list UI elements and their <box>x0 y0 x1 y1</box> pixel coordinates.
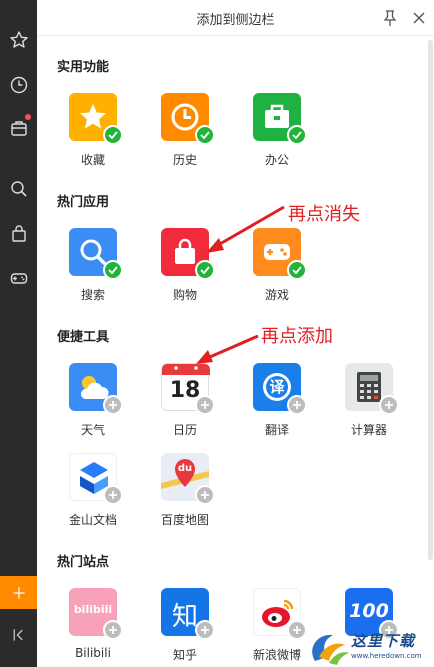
app-item-baidu-map[interactable]: du 百度地图 <box>150 453 220 533</box>
item-label: 日历 <box>172 423 197 437</box>
add-button[interactable] <box>0 576 37 609</box>
star-icon[interactable] <box>0 21 37 58</box>
plus-icon <box>12 586 25 599</box>
item-label: 收藏 <box>80 153 105 167</box>
app-item-calculator[interactable]: 计算器 <box>334 363 404 443</box>
item-label: 购物 <box>172 288 197 302</box>
gamepad-icon[interactable] <box>0 259 37 296</box>
item-label: 百度地图 <box>160 513 209 527</box>
sidebar-panel: 添加到侧边栏 实用功能 收藏 历史 办公 热门应用 搜索 购物 游戏 便捷工具 … <box>0 0 434 667</box>
panel-header: 添加到侧边栏 <box>37 0 434 36</box>
app-item-favorites[interactable]: 收藏 <box>58 93 128 173</box>
add-plus-icon <box>195 395 215 415</box>
app-item-office[interactable]: 办公 <box>242 93 312 173</box>
app-item-weibo[interactable]: 新浪微博 <box>242 588 312 667</box>
translate-glyph: 译 <box>269 378 285 396</box>
app-item-games[interactable]: 游戏 <box>242 228 312 308</box>
section-title: 热门站点 <box>57 555 110 570</box>
added-check-icon <box>287 260 307 280</box>
added-check-icon <box>195 260 215 280</box>
item-label: 游戏 <box>264 288 289 302</box>
collapse-button[interactable] <box>0 620 37 650</box>
left-toolbar <box>0 0 37 667</box>
added-check-icon <box>287 125 307 145</box>
notification-dot <box>25 114 31 120</box>
app-item-calendar[interactable]: 18 日历 <box>150 363 220 443</box>
search-icon[interactable] <box>0 170 37 207</box>
app-item-zhihu[interactable]: 知 知乎 <box>150 588 220 667</box>
app-item-history[interactable]: 历史 <box>150 93 220 173</box>
pin-icon[interactable] <box>381 9 399 27</box>
app-item-weather[interactable]: 天气 <box>58 363 128 443</box>
add-plus-icon <box>287 620 307 640</box>
item-label: Bilibili <box>75 646 111 660</box>
briefcase-icon[interactable] <box>0 109 37 146</box>
item-label: 计算器 <box>350 423 387 437</box>
annotation-text: 再点添加 <box>261 326 333 347</box>
item-label: 新浪微博 <box>252 648 301 662</box>
app-item-translate[interactable]: 译 翻译 <box>242 363 312 443</box>
app-item-bilibili[interactable]: bilibili Bilibili <box>58 588 128 667</box>
add-plus-icon <box>195 620 215 640</box>
app-item-kingsoft-docs[interactable]: 金山文档 <box>58 453 128 533</box>
item-label: 天气 <box>80 423 105 437</box>
bilibili-glyph: bilibili <box>73 603 113 616</box>
app-item-shopping[interactable]: 购物 <box>150 228 220 308</box>
add-plus-icon <box>379 395 399 415</box>
shopping-bag-icon[interactable] <box>0 215 37 252</box>
added-check-icon <box>103 125 123 145</box>
item-label: 知乎 <box>172 648 197 662</box>
close-icon[interactable] <box>409 8 429 28</box>
add-plus-icon <box>195 485 215 505</box>
added-check-icon <box>103 260 123 280</box>
item-label: 搜索 <box>80 288 105 302</box>
add-plus-icon <box>103 395 123 415</box>
baidu-map-glyph: du <box>177 463 193 474</box>
item-label: 翻译 <box>264 423 289 437</box>
item-label: 金山文档 <box>68 513 117 527</box>
panel-title: 添加到侧边栏 <box>196 13 275 28</box>
add-plus-icon <box>103 620 123 640</box>
collapse-icon <box>13 629 23 641</box>
item-label: 办公 <box>264 153 289 167</box>
clock-icon[interactable] <box>0 66 37 103</box>
add-plus-icon <box>103 485 123 505</box>
add-plus-icon <box>287 395 307 415</box>
added-check-icon <box>195 125 215 145</box>
watermark-text: 这里下载 <box>351 632 416 650</box>
app-item-search[interactable]: 搜索 <box>58 228 128 308</box>
item-label: 历史 <box>172 153 197 167</box>
scrollbar-thumb[interactable] <box>428 40 433 560</box>
section-title: 便捷工具 <box>57 330 110 345</box>
watermark-url: www.heredown.com <box>351 652 422 660</box>
panel-content: 实用功能 收藏 历史 办公 热门应用 搜索 购物 游戏 便捷工具 天气 18 日… <box>37 36 427 667</box>
annotation-text: 再点消失 <box>288 204 360 225</box>
section-title: 热门应用 <box>57 195 110 210</box>
section-title: 实用功能 <box>57 60 110 75</box>
app-100-glyph: 100 <box>349 600 389 622</box>
